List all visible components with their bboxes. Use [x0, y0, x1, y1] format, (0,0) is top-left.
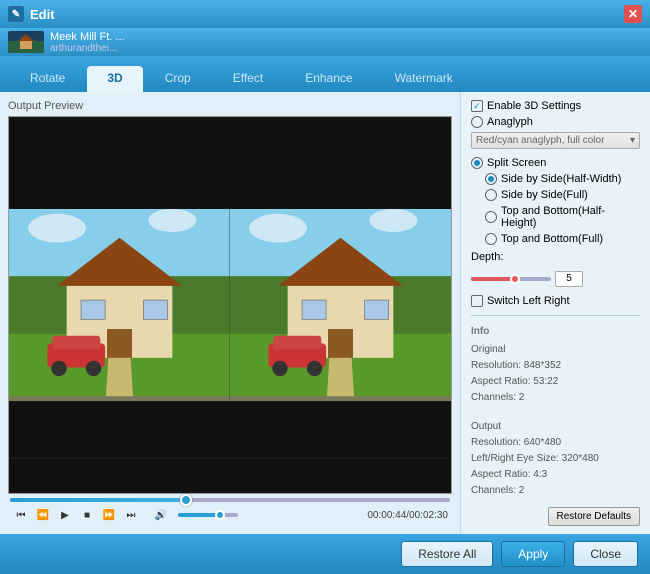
split-option-3-label: Top and Bottom(Half-Height): [501, 205, 640, 229]
preview-label: Output Preview: [8, 100, 452, 112]
depth-thumb[interactable]: [510, 274, 520, 284]
stop-button[interactable]: ■: [78, 506, 96, 524]
anaglyph-label: Anaglyph: [487, 116, 533, 128]
split-option-4-row: Top and Bottom(Full): [485, 233, 640, 245]
split-screen-row: Split Screen: [471, 157, 640, 169]
step-forward-button[interactable]: ⏩: [100, 506, 118, 524]
split-option-2-label: Side by Side(Full): [501, 189, 588, 201]
tab-crop[interactable]: Crop: [145, 66, 211, 92]
restore-all-button[interactable]: Restore All: [401, 541, 493, 567]
play-button[interactable]: ▶: [56, 506, 74, 524]
output-aspect: Aspect Ratio: 4:3: [471, 467, 640, 483]
step-back-button[interactable]: ⏪: [34, 506, 52, 524]
video-scene-svg: [9, 117, 451, 493]
depth-progress: [471, 277, 515, 281]
app-icon: ✎: [8, 6, 24, 22]
depth-value-box[interactable]: 5: [555, 271, 583, 287]
original-aspect: Aspect Ratio: 53:22: [471, 374, 640, 390]
original-title: Original: [471, 342, 640, 358]
main-content: Output Preview: [0, 92, 650, 534]
enable-3d-label: Enable 3D Settings: [487, 100, 581, 112]
original-channels: Channels: 2: [471, 390, 640, 406]
split-option-3-radio[interactable]: [485, 211, 497, 223]
volume-icon[interactable]: 🔊: [152, 506, 170, 524]
switch-lr-label: Switch Left Right: [487, 295, 570, 307]
output-channels: Channels: 2: [471, 483, 640, 499]
file-info: Meek Mill Ft. ... arthurandthei...: [50, 31, 642, 54]
tab-rotate[interactable]: Rotate: [10, 66, 85, 92]
switch-lr-row: Switch Left Right: [471, 295, 640, 307]
split-option-3-row: Top and Bottom(Half-Height): [485, 205, 640, 229]
switch-lr-checkbox[interactable]: [471, 295, 483, 307]
output-title: Output: [471, 419, 640, 435]
anaglyph-row: Anaglyph: [471, 116, 640, 128]
tab-enhance[interactable]: Enhance: [285, 66, 372, 92]
enable-3d-row: Enable 3D Settings: [471, 100, 640, 112]
video-frame: [9, 117, 451, 493]
seekbar[interactable]: [10, 498, 450, 502]
anaglyph-type-value: Red/cyan anaglyph, full color: [476, 135, 604, 146]
output-lr-size: Left/Right Eye Size: 320*480: [471, 451, 640, 467]
info-title: Info: [471, 324, 640, 340]
file-artist: arthurandthei...: [50, 43, 642, 54]
close-button[interactable]: Close: [573, 541, 638, 567]
output-section: Output Resolution: 640*480 Left/Right Ey…: [471, 419, 640, 499]
seekbar-container: [8, 498, 452, 502]
depth-slider[interactable]: [471, 277, 551, 281]
restore-defaults-button[interactable]: Restore Defaults: [548, 507, 640, 526]
tab-3d[interactable]: 3D: [87, 66, 142, 92]
split-option-2-row: Side by Side(Full): [485, 189, 640, 201]
dropdown-arrow-icon: ▾: [630, 135, 635, 146]
info-section: Info Original Resolution: 848*352 Aspect…: [471, 324, 640, 406]
split-option-1-label: Side by Side(Half-Width): [501, 173, 621, 185]
split-option-4-label: Top and Bottom(Full): [501, 233, 603, 245]
seek-thumb[interactable]: [180, 494, 192, 506]
volume-bar[interactable]: [178, 513, 238, 517]
tabs-bar: Rotate 3D Crop Effect Enhance Watermark: [0, 56, 650, 92]
skip-end-button[interactable]: ⏭: [122, 506, 140, 524]
left-panel: Output Preview: [0, 92, 460, 534]
tab-watermark[interactable]: Watermark: [375, 66, 473, 92]
original-resolution: Resolution: 848*352: [471, 358, 640, 374]
controls-bar: ⏮ ⏪ ▶ ■ ⏩ ⏭ 🔊 00:00:44/00:02:30: [8, 502, 452, 526]
split-option-1-row: Side by Side(Half-Width): [485, 173, 640, 185]
divider-1: [471, 315, 640, 316]
time-display: 00:00:44/00:02:30: [367, 510, 448, 521]
bottom-bar: Restore All Apply Close: [0, 534, 650, 574]
depth-label: Depth:: [471, 251, 503, 263]
tab-effect[interactable]: Effect: [213, 66, 283, 92]
window-title: Edit: [30, 7, 55, 22]
split-screen-label: Split Screen: [487, 157, 546, 169]
output-resolution: Resolution: 640*480: [471, 435, 640, 451]
seek-progress: [10, 498, 186, 502]
title-bar: ✎ Edit ✕: [0, 0, 650, 28]
anaglyph-type-dropdown[interactable]: Red/cyan anaglyph, full color ▾: [471, 132, 640, 149]
volume-progress: [178, 513, 220, 517]
volume-thumb[interactable]: [215, 510, 225, 520]
split-screen-radio[interactable]: [471, 157, 483, 169]
close-window-button[interactable]: ✕: [624, 5, 642, 23]
skip-start-button[interactable]: ⏮: [12, 506, 30, 524]
split-option-1-radio[interactable]: [485, 173, 497, 185]
depth-row: Depth:: [471, 251, 640, 263]
depth-slider-row: 5: [471, 271, 640, 287]
apply-button[interactable]: Apply: [501, 541, 565, 567]
right-panel: Enable 3D Settings Anaglyph Red/cyan ana…: [460, 92, 650, 534]
split-option-2-radio[interactable]: [485, 189, 497, 201]
enable-3d-checkbox[interactable]: [471, 100, 483, 112]
split-option-4-radio[interactable]: [485, 233, 497, 245]
video-preview: [8, 116, 452, 494]
anaglyph-radio[interactable]: [471, 116, 483, 128]
file-sidebar: Meek Mill Ft. ... arthurandthei...: [0, 28, 650, 56]
file-thumbnail: [8, 31, 44, 53]
file-name: Meek Mill Ft. ...: [50, 31, 642, 43]
